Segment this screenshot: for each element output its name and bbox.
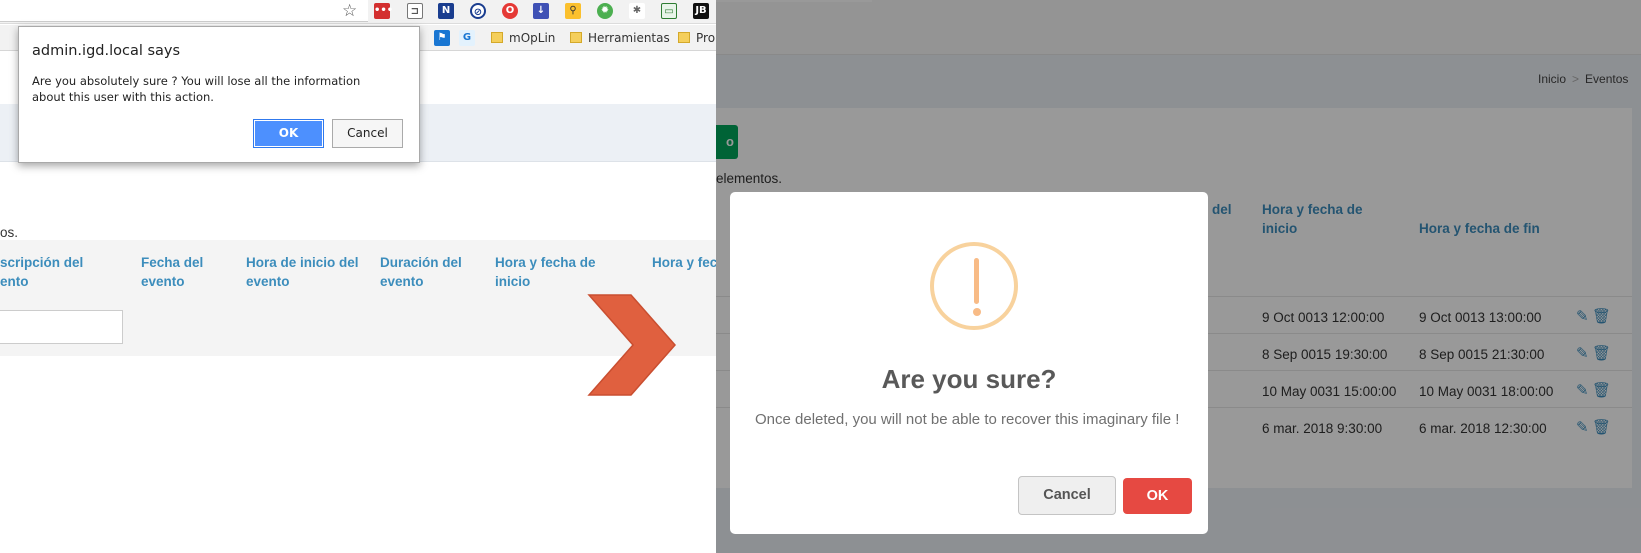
download-icon[interactable]: ↓: [533, 3, 549, 19]
ok-button[interactable]: OK: [1123, 478, 1192, 514]
block-icon[interactable]: ⊘: [470, 3, 486, 19]
dialog-message: Once deleted, you will not be able to re…: [755, 411, 1180, 428]
folder-icon: [491, 32, 503, 43]
bookmark-item[interactable]: Pro: [678, 31, 715, 45]
column-header[interactable]: Hora de inicio del evento: [246, 253, 381, 291]
browser-toolbar: ☆ ••• ⊐ N ⊘ O ↓ ⚲ ✹ ✱ ▭ JB: [0, 0, 716, 24]
dialog-title: admin.igd.local says: [32, 43, 181, 59]
extension-icon[interactable]: N: [438, 3, 454, 19]
cast-icon[interactable]: ⊐: [407, 3, 423, 19]
native-confirm-dialog: admin.igd.local says Are you absolutely …: [18, 26, 420, 163]
arrow-right-icon: [587, 294, 676, 396]
extension-icon[interactable]: •••: [374, 3, 393, 19]
records-count: os.: [0, 225, 19, 240]
folder-icon: [570, 32, 582, 43]
column-header[interactable]: Hora y fec: [652, 253, 716, 272]
extension-icon[interactable]: ⚑: [434, 30, 450, 46]
bookmark-item[interactable]: mOpLin: [491, 31, 555, 45]
folder-icon: [678, 32, 690, 43]
cancel-button[interactable]: Cancel: [1018, 476, 1116, 515]
column-header[interactable]: Duración del evento: [380, 253, 490, 291]
bookmark-item[interactable]: Herramientas: [570, 31, 670, 45]
star-icon[interactable]: ☆: [342, 1, 357, 21]
after-panel: Inicio > Eventos o elementos. del Hora y f…: [716, 0, 1641, 553]
address-bar[interactable]: [0, 0, 368, 22]
column-header[interactable]: scripción del ento: [0, 253, 130, 291]
extension-icon[interactable]: ⚲: [565, 3, 581, 19]
column-header[interactable]: Hora y fecha de inicio: [495, 253, 615, 291]
sweetalert-dialog: Are you sure? Once deleted, you will not…: [730, 192, 1208, 534]
opera-icon[interactable]: O: [502, 3, 518, 19]
extension-icon[interactable]: JB: [693, 3, 709, 19]
warning-icon: [930, 242, 1018, 330]
gear-icon[interactable]: ✹: [597, 3, 613, 19]
cancel-button[interactable]: Cancel: [332, 119, 403, 148]
dialog-title: Are you sure?: [881, 364, 1057, 394]
column-filter-input[interactable]: [0, 310, 123, 344]
screen-icon[interactable]: ▭: [661, 3, 677, 19]
bug-icon[interactable]: ✱: [629, 3, 645, 19]
column-header[interactable]: Fecha del evento: [141, 253, 241, 291]
dialog-message: Are you absolutely sure ? You will lose …: [32, 74, 361, 104]
before-panel: ☆ ••• ⊐ N ⊘ O ↓ ⚲ ✹ ✱ ▭ JB ⚑ G mOpLin He…: [0, 0, 716, 553]
ok-button[interactable]: OK: [253, 119, 324, 148]
translate-icon[interactable]: G: [459, 30, 475, 46]
